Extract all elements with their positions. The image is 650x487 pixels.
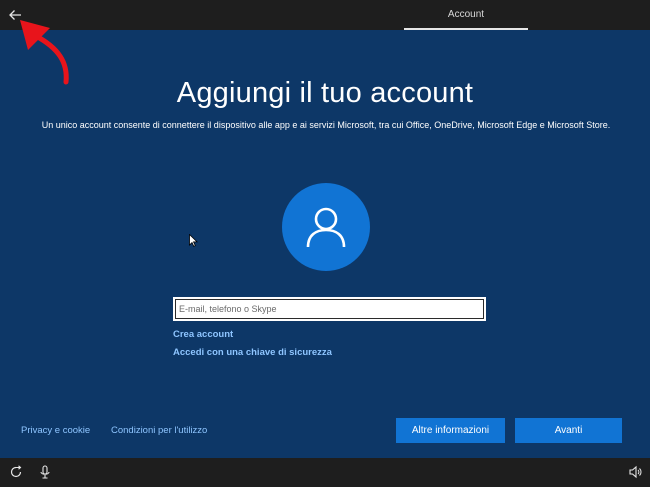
more-info-button[interactable]: Altre informazioni: [396, 418, 505, 443]
user-icon: [306, 207, 346, 248]
microphone-icon[interactable]: [38, 465, 52, 479]
main-panel: Aggiungi il tuo account Un unico account…: [0, 30, 650, 458]
tab-account: Account: [404, 0, 528, 30]
page-title: Aggiungi il tuo account: [176, 77, 474, 109]
bottom-bar: [0, 458, 650, 487]
next-button[interactable]: Avanti: [515, 418, 622, 443]
security-key-link[interactable]: Accedi con una chiave di sicurezza: [173, 347, 332, 358]
volume-icon[interactable]: [628, 465, 642, 479]
terms-link[interactable]: Condizioni per l'utilizzo: [111, 425, 207, 436]
privacy-link[interactable]: Privacy e cookie: [21, 425, 90, 436]
ease-of-access-icon[interactable]: [9, 465, 23, 479]
back-button[interactable]: [4, 4, 26, 26]
email-input[interactable]: [173, 297, 486, 321]
avatar: [282, 183, 370, 271]
back-arrow-icon: [9, 10, 21, 20]
tab-account-label: Account: [447, 9, 485, 20]
page-subtitle: Un unico account consente di connettere …: [41, 120, 611, 130]
create-account-link[interactable]: Crea account: [173, 329, 233, 340]
top-bar: Account: [0, 0, 650, 30]
